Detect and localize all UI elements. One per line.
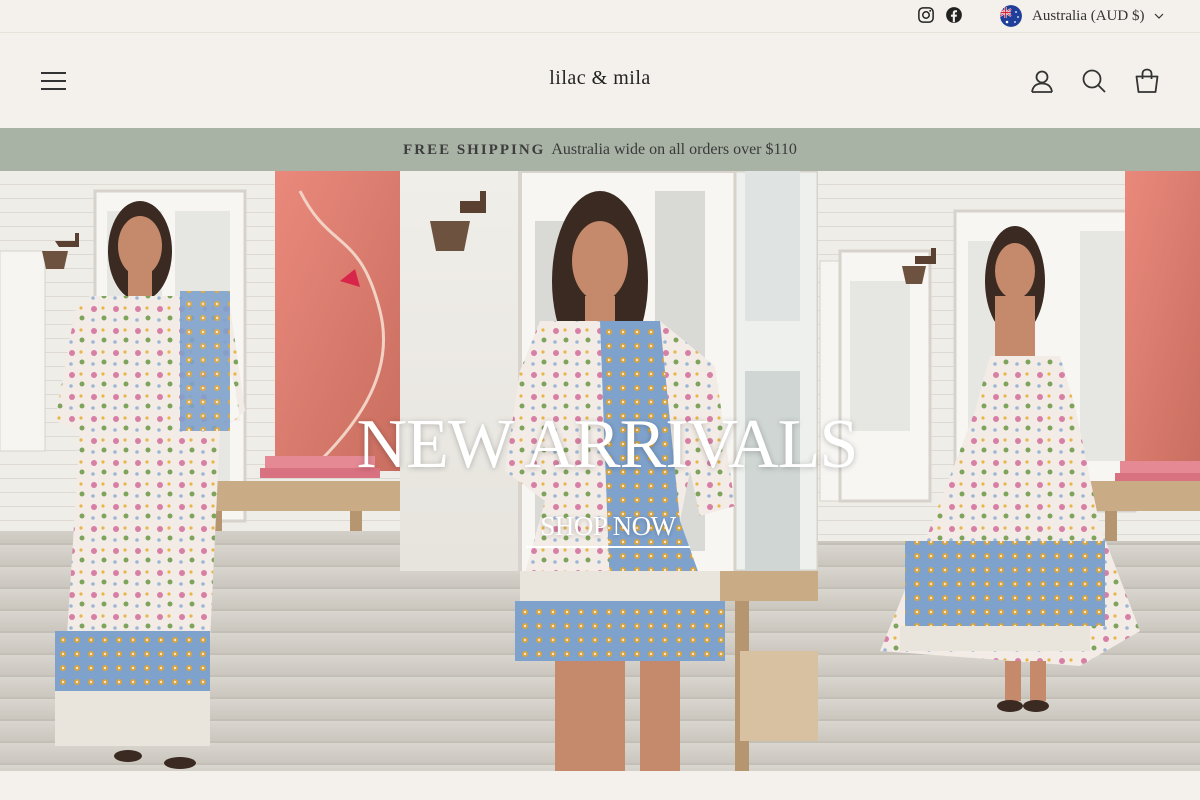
cart-icon[interactable] xyxy=(1134,68,1160,94)
page-bottom-strip xyxy=(0,771,1200,800)
utility-bar: Australia (AUD $) xyxy=(0,0,1200,33)
shop-now-link[interactable]: SHOP NOW xyxy=(526,511,690,548)
currency-label: Australia (AUD $) xyxy=(1032,7,1145,24)
chevron-down-icon xyxy=(1155,13,1164,19)
currency-selector[interactable]: Australia (AUD $) xyxy=(1000,5,1164,27)
announcement-text: Australia wide on all orders over $110 xyxy=(551,141,797,158)
search-icon[interactable] xyxy=(1081,68,1107,94)
site-header: lilac & mila xyxy=(0,33,1200,128)
hero-banner[interactable]: NEW ARRIVALS SHOP NOW xyxy=(0,171,1200,771)
account-icon[interactable] xyxy=(1029,68,1055,94)
site-logo[interactable]: lilac & mila xyxy=(500,67,700,90)
hero-title: NEW ARRIVALS xyxy=(356,406,859,483)
instagram-icon[interactable] xyxy=(917,6,935,24)
announcement-bold: FREE SHIPPING xyxy=(403,142,546,158)
announcement-bar[interactable]: FREE SHIPPING Australia wide on all order… xyxy=(0,128,1200,171)
facebook-icon[interactable] xyxy=(945,6,963,24)
social-links xyxy=(917,6,963,24)
australia-flag-icon xyxy=(1000,5,1022,27)
menu-icon[interactable] xyxy=(41,69,67,91)
